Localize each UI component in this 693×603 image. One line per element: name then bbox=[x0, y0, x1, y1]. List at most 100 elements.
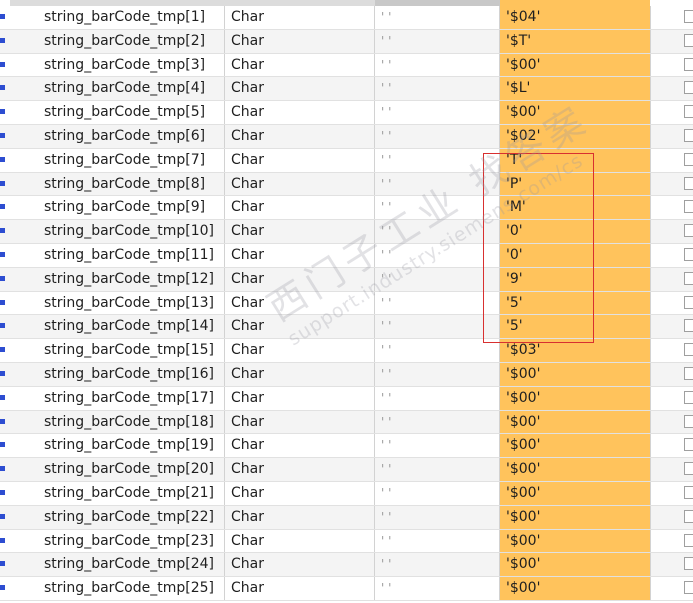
datatype-cell[interactable]: Char bbox=[225, 220, 375, 243]
retain-checkbox[interactable] bbox=[684, 10, 693, 23]
datatype-cell[interactable]: Char bbox=[225, 553, 375, 577]
retain-checkbox[interactable] bbox=[684, 367, 693, 380]
name-cell[interactable]: string_barCode_tmp[6] bbox=[10, 125, 225, 148]
name-cell[interactable]: string_barCode_tmp[3] bbox=[10, 53, 225, 77]
name-cell[interactable]: string_barCode_tmp[7] bbox=[10, 148, 225, 172]
retain-checkbox[interactable] bbox=[684, 343, 693, 357]
retain-checkbox[interactable] bbox=[684, 557, 693, 571]
retain-checkbox[interactable] bbox=[684, 295, 693, 309]
table-row[interactable]: string_barCode_tmp[7] Char ' ' 'T' bbox=[0, 148, 693, 173]
table-row[interactable]: string_barCode_tmp[9] Char ' ' 'M' bbox=[0, 196, 693, 221]
datatype-cell[interactable]: Char bbox=[225, 29, 375, 53]
start-value-cell[interactable]: ' ' bbox=[375, 172, 500, 196]
start-value-cell[interactable]: ' ' bbox=[375, 434, 500, 458]
retain-checkbox[interactable] bbox=[684, 509, 693, 523]
datatype-cell[interactable]: Char bbox=[225, 291, 375, 315]
retain-checkbox[interactable] bbox=[684, 438, 693, 452]
retain-checkbox[interactable] bbox=[684, 152, 693, 166]
datatype-cell[interactable]: Char bbox=[225, 53, 375, 77]
retain-checkbox[interactable] bbox=[684, 129, 693, 142]
datatype-cell[interactable]: Char bbox=[225, 505, 375, 529]
name-cell[interactable]: string_barCode_tmp[8] bbox=[10, 172, 225, 196]
datatype-cell[interactable]: Char bbox=[225, 577, 375, 600]
start-value-cell[interactable]: ' ' bbox=[375, 53, 500, 77]
name-cell[interactable]: string_barCode_tmp[22] bbox=[10, 505, 225, 529]
retain-checkbox[interactable] bbox=[684, 81, 693, 95]
table-row[interactable]: string_barCode_tmp[2] Char ' ' '$T' bbox=[0, 29, 693, 54]
name-cell[interactable]: string_barCode_tmp[23] bbox=[10, 529, 225, 553]
table-row[interactable]: string_barCode_tmp[21] Char ' ' '$00' bbox=[0, 482, 693, 506]
start-value-cell[interactable]: ' ' bbox=[375, 220, 500, 243]
datatype-cell[interactable]: Char bbox=[225, 172, 375, 196]
datatype-cell[interactable]: Char bbox=[225, 482, 375, 505]
datatype-cell[interactable]: Char bbox=[225, 196, 375, 220]
name-cell[interactable]: string_barCode_tmp[2] bbox=[10, 29, 225, 53]
name-cell[interactable]: string_barCode_tmp[16] bbox=[10, 363, 225, 386]
start-value-cell[interactable]: ' ' bbox=[375, 577, 500, 600]
name-cell[interactable]: string_barCode_tmp[17] bbox=[10, 386, 225, 410]
name-cell[interactable]: string_barCode_tmp[4] bbox=[10, 77, 225, 101]
retain-checkbox[interactable] bbox=[684, 248, 693, 261]
datatype-cell[interactable]: Char bbox=[225, 363, 375, 386]
table-row[interactable]: string_barCode_tmp[5] Char ' ' '$00' bbox=[0, 101, 693, 125]
table-row[interactable]: string_barCode_tmp[23] Char ' ' '$00' bbox=[0, 529, 693, 554]
name-cell[interactable]: string_barCode_tmp[21] bbox=[10, 482, 225, 505]
name-cell[interactable]: string_barCode_tmp[15] bbox=[10, 339, 225, 362]
start-value-cell[interactable]: ' ' bbox=[375, 386, 500, 410]
name-cell[interactable]: string_barCode_tmp[14] bbox=[10, 315, 225, 339]
datatype-cell[interactable]: Char bbox=[225, 101, 375, 124]
table-row[interactable]: string_barCode_tmp[11] Char ' ' '0' bbox=[0, 244, 693, 268]
start-value-cell[interactable]: ' ' bbox=[375, 196, 500, 220]
table-row[interactable]: string_barCode_tmp[10] Char ' ' '0' bbox=[0, 220, 693, 244]
table-row[interactable]: string_barCode_tmp[20] Char ' ' '$00' bbox=[0, 458, 693, 482]
start-value-cell[interactable]: ' ' bbox=[375, 529, 500, 553]
datatype-cell[interactable]: Char bbox=[225, 267, 375, 291]
start-value-cell[interactable]: ' ' bbox=[375, 482, 500, 505]
start-value-cell[interactable]: ' ' bbox=[375, 101, 500, 124]
retain-checkbox[interactable] bbox=[684, 462, 693, 476]
datatype-cell[interactable]: Char bbox=[225, 458, 375, 481]
datatype-cell[interactable]: Char bbox=[225, 244, 375, 267]
name-cell[interactable]: string_barCode_tmp[24] bbox=[10, 553, 225, 577]
retain-checkbox[interactable] bbox=[684, 57, 693, 71]
retain-checkbox[interactable] bbox=[684, 390, 693, 404]
table-row[interactable]: string_barCode_tmp[12] Char ' ' '9' bbox=[0, 267, 693, 292]
start-value-cell[interactable]: ' ' bbox=[375, 77, 500, 101]
start-value-cell[interactable]: ' ' bbox=[375, 6, 500, 29]
table-row[interactable]: string_barCode_tmp[19] Char ' ' '$00' bbox=[0, 434, 693, 459]
retain-checkbox[interactable] bbox=[684, 200, 693, 214]
retain-checkbox[interactable] bbox=[684, 105, 693, 119]
name-cell[interactable]: string_barCode_tmp[25] bbox=[10, 577, 225, 600]
start-value-cell[interactable]: ' ' bbox=[375, 505, 500, 529]
table-row[interactable]: string_barCode_tmp[6] Char ' ' '$02' bbox=[0, 125, 693, 149]
table-row[interactable]: string_barCode_tmp[15] Char ' ' '$03' bbox=[0, 339, 693, 363]
retain-checkbox[interactable] bbox=[684, 581, 693, 595]
table-row[interactable]: string_barCode_tmp[4] Char ' ' '$L' bbox=[0, 77, 693, 102]
start-value-cell[interactable]: ' ' bbox=[375, 125, 500, 148]
name-cell[interactable]: string_barCode_tmp[5] bbox=[10, 101, 225, 124]
start-value-cell[interactable]: ' ' bbox=[375, 244, 500, 267]
retain-checkbox[interactable] bbox=[684, 224, 693, 238]
name-cell[interactable]: string_barCode_tmp[11] bbox=[10, 244, 225, 267]
table-row[interactable]: string_barCode_tmp[18] Char ' ' '$00' bbox=[0, 410, 693, 435]
table-row[interactable]: string_barCode_tmp[24] Char ' ' '$00' bbox=[0, 553, 693, 578]
datatype-cell[interactable]: Char bbox=[225, 148, 375, 172]
name-cell[interactable]: string_barCode_tmp[10] bbox=[10, 220, 225, 243]
name-cell[interactable]: string_barCode_tmp[19] bbox=[10, 434, 225, 458]
table-row[interactable]: string_barCode_tmp[13] Char ' ' '5' bbox=[0, 291, 693, 316]
retain-checkbox[interactable] bbox=[684, 271, 693, 285]
name-cell[interactable]: string_barCode_tmp[1] bbox=[10, 6, 225, 29]
table-row[interactable]: string_barCode_tmp[8] Char ' ' 'P' bbox=[0, 172, 693, 197]
start-value-cell[interactable]: ' ' bbox=[375, 553, 500, 577]
table-row[interactable]: string_barCode_tmp[22] Char ' ' '$00' bbox=[0, 505, 693, 530]
table-row[interactable]: string_barCode_tmp[14] Char ' ' '5' bbox=[0, 315, 693, 340]
start-value-cell[interactable]: ' ' bbox=[375, 291, 500, 315]
table-row[interactable]: string_barCode_tmp[16] Char ' ' '$00' bbox=[0, 363, 693, 387]
start-value-cell[interactable]: ' ' bbox=[375, 29, 500, 53]
retain-checkbox[interactable] bbox=[684, 533, 693, 547]
start-value-cell[interactable]: ' ' bbox=[375, 339, 500, 362]
start-value-cell[interactable]: ' ' bbox=[375, 267, 500, 291]
datatype-cell[interactable]: Char bbox=[225, 386, 375, 410]
datatype-cell[interactable]: Char bbox=[225, 339, 375, 362]
datatype-cell[interactable]: Char bbox=[225, 315, 375, 339]
